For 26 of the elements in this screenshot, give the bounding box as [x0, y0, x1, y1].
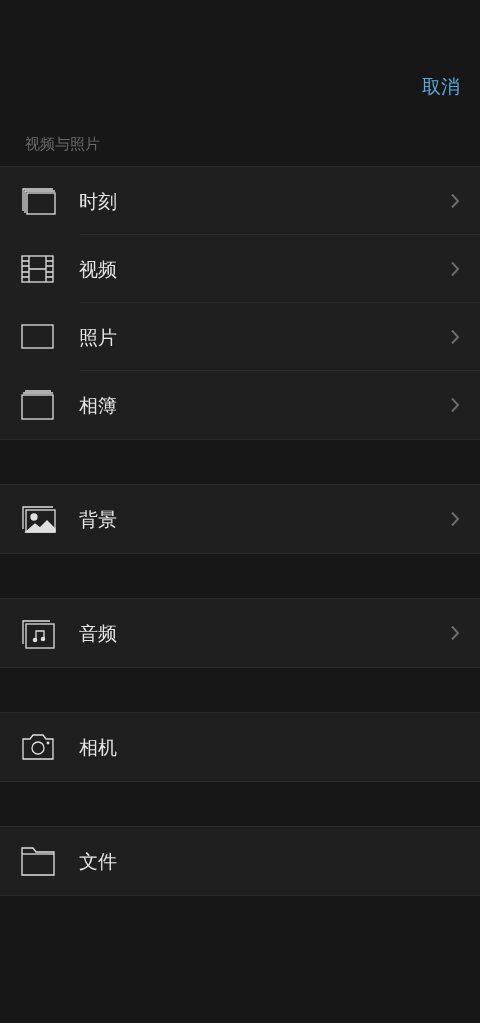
list-item[interactable]: 文件	[0, 827, 480, 895]
cancel-button[interactable]: 取消	[422, 72, 460, 101]
item-label: 相簿	[79, 392, 117, 418]
list-item[interactable]: 照片	[0, 303, 480, 371]
list-item[interactable]: 相机	[0, 713, 480, 781]
folder-icon	[21, 846, 55, 876]
item-label: 照片	[79, 324, 117, 350]
section-title: 视频与照片	[25, 134, 100, 155]
item-label: 背景	[79, 506, 117, 532]
album-icon	[21, 390, 55, 420]
rectangle-icon	[21, 324, 55, 350]
camera-icon	[21, 733, 55, 761]
item-label: 时刻	[79, 188, 117, 214]
list-item[interactable]: 背景	[0, 485, 480, 553]
list-item[interactable]: 相簿	[0, 371, 480, 439]
film-icon	[21, 255, 55, 283]
item-label: 相机	[79, 734, 117, 760]
item-label: 音频	[79, 620, 117, 646]
list-item[interactable]: 视频	[0, 235, 480, 303]
music-note-icon	[21, 617, 57, 649]
stack-icon	[21, 186, 57, 216]
item-label: 文件	[79, 848, 117, 874]
image-icon	[21, 504, 57, 534]
list-item[interactable]: 音频	[0, 599, 480, 667]
item-label: 视频	[79, 256, 117, 282]
list-item[interactable]: 时刻	[0, 167, 480, 235]
